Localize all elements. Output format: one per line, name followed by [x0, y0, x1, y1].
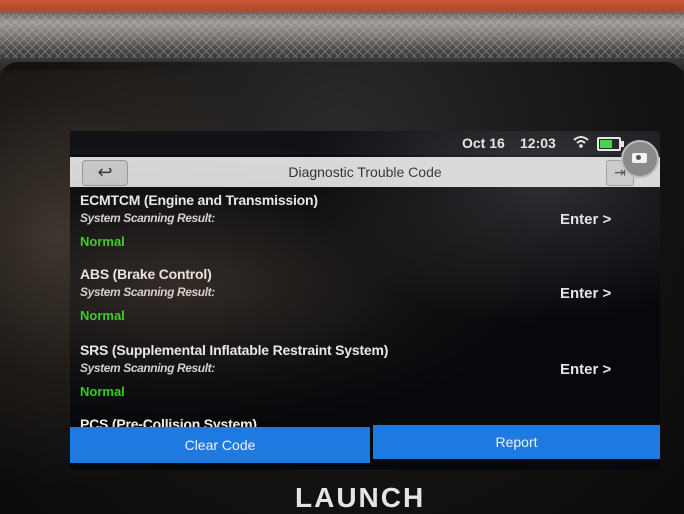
status-time: 12:03 — [520, 135, 556, 151]
bottom-action-bar: Clear Code Report — [70, 425, 660, 463]
status-date: Oct 16 — [462, 135, 505, 151]
camera-icon — [632, 153, 647, 163]
tablet-screen: Oct 16 12:03 Diagnostic Trouble Code ↩ ⇥… — [70, 131, 660, 470]
app-header: Diagnostic Trouble Code ↩ ⇥ — [70, 157, 660, 187]
scan-result-value: Normal — [80, 384, 125, 399]
enter-button[interactable]: Enter > — [560, 285, 611, 302]
page-title: Diagnostic Trouble Code — [288, 164, 442, 180]
list-item: ECMTCM (Engine and Transmission) System … — [70, 189, 660, 263]
system-name: SRS (Supplemental Inflatable Restraint S… — [80, 342, 389, 358]
list-item: ABS (Brake Control) System Scanning Resu… — [70, 263, 660, 337]
case-texture — [0, 14, 684, 58]
system-name: ECMTCM (Engine and Transmission) — [80, 192, 318, 208]
report-button[interactable]: Report — [373, 425, 660, 459]
status-bar: Oct 16 12:03 — [70, 131, 660, 155]
scan-result-label: System Scanning Result: — [80, 361, 215, 375]
list-item: SRS (Supplemental Inflatable Restraint S… — [70, 339, 660, 413]
brand-logo: LAUNCH — [295, 482, 426, 513]
enter-button[interactable]: Enter > — [560, 361, 611, 378]
scan-result-value: Normal — [80, 308, 125, 323]
back-button[interactable]: ↩ — [82, 160, 128, 186]
back-arrow-icon: ↩ — [97, 162, 113, 182]
photo-scene: Oct 16 12:03 Diagnostic Trouble Code ↩ ⇥… — [0, 0, 684, 514]
scan-result-label: System Scanning Result: — [80, 211, 215, 225]
scan-result-label: System Scanning Result: — [80, 285, 215, 299]
screenshot-button[interactable] — [621, 140, 659, 178]
system-name: ABS (Brake Control) — [80, 266, 212, 282]
clear-code-button[interactable]: Clear Code — [70, 427, 370, 463]
wifi-icon — [573, 136, 589, 148]
system-list[interactable]: ECMTCM (Engine and Transmission) System … — [70, 189, 660, 431]
enter-button[interactable]: Enter > — [560, 211, 611, 228]
scan-result-value: Normal — [80, 234, 125, 249]
battery-icon — [597, 137, 624, 151]
